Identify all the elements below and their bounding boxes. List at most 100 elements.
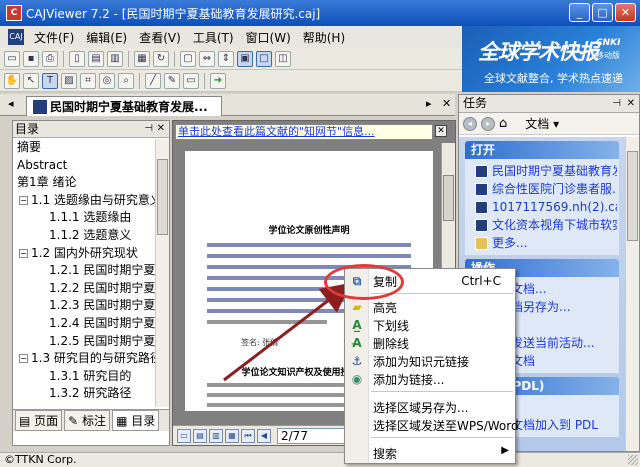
context-menu-item[interactable]: ◉ 添加为链接... — [345, 369, 515, 389]
layout-icon[interactable]: ▦ — [134, 50, 150, 67]
search-icon[interactable]: ⌕ — [118, 72, 134, 89]
scrollbar-thumb[interactable] — [443, 175, 454, 221]
toc-item[interactable]: 1.3.2 研究路径 — [13, 385, 155, 403]
toc-item[interactable]: 1.1.1 选题缘由 — [13, 209, 155, 227]
caj-app-icon[interactable]: C — [6, 5, 22, 21]
home-icon[interactable]: ⌂ — [499, 116, 507, 131]
context-menu-item[interactable]: A̶ 删除线 — [345, 333, 515, 353]
toc-scrollbar[interactable] — [155, 139, 169, 407]
view-facing-icon[interactable]: ▥ — [209, 428, 223, 443]
task-link[interactable]: 综合性医院门诊患者服... — [475, 180, 617, 198]
menu-window[interactable]: 窗口(W) — [240, 29, 297, 46]
toc-item[interactable]: 1.2.1 民国时期宁夏者 — [13, 262, 155, 280]
go-green-arrow-icon[interactable]: ➔ — [210, 72, 226, 89]
context-menu-item[interactable]: ▰ 高亮 — [345, 297, 515, 317]
pen-icon[interactable]: ╱ — [145, 72, 161, 89]
maximize-button[interactable]: □ — [592, 3, 613, 22]
scrollbar-thumb[interactable] — [627, 151, 638, 241]
rectangle-annotation-icon[interactable]: ▭ — [183, 72, 199, 89]
collapse-icon[interactable]: − — [19, 248, 28, 258]
close-button[interactable]: ✕ — [615, 3, 636, 22]
ocr-icon[interactable]: ⌗ — [80, 72, 96, 89]
close-icon[interactable]: ✕ — [157, 121, 165, 137]
menu-view[interactable]: 查看(V) — [133, 29, 187, 46]
save-icon[interactable]: ▪ — [23, 50, 39, 67]
toc-item[interactable]: 1.2.4 民国时期宁夏参 — [13, 315, 155, 333]
context-menu-item[interactable]: 选择区域另存为... — [345, 397, 515, 417]
tab-toc[interactable]: ▦ 目录 — [112, 410, 160, 431]
tab-scroll-left-icon[interactable]: ◂ — [8, 97, 14, 110]
tab-close-icon[interactable]: ✕ — [442, 97, 451, 110]
fit-height-icon[interactable]: ⇕ — [218, 50, 234, 67]
pin-icon[interactable]: ⊣ — [612, 95, 621, 112]
context-menu-item[interactable]: 选择区域发送至WPS/Word — [345, 415, 519, 435]
view-grid-icon[interactable]: ▦ — [225, 428, 239, 443]
toc-item[interactable]: 1.1.2 选题意义 — [13, 227, 155, 245]
task-panel-dropdown[interactable]: 文档 ▾ — [525, 115, 559, 132]
open-folder-icon[interactable]: ▭ — [4, 50, 20, 67]
rotate-icon[interactable]: ↻ — [153, 50, 169, 67]
view-single-icon[interactable]: ▭ — [177, 428, 191, 443]
task-link[interactable]: 1017117569.nh(2).caj — [475, 198, 617, 216]
context-menu-item[interactable]: ⚓ 添加为知识元链接 — [345, 351, 515, 371]
task-panel-scrollbar[interactable] — [625, 137, 639, 451]
toc-item[interactable]: −1.1 选题缘由与研究意义 — [13, 192, 155, 210]
zoom-box-icon[interactable]: ◫ — [275, 50, 291, 67]
print-icon[interactable]: ⎙ — [42, 50, 58, 67]
toc-item[interactable]: −1.2 国内外研究现状 — [13, 245, 155, 263]
single-page-icon[interactable]: ▯ — [69, 50, 85, 67]
scrollbar-thumb[interactable] — [157, 159, 168, 235]
fit-page-icon[interactable]: ▣ — [237, 50, 253, 67]
task-link[interactable]: 更多... — [475, 234, 617, 252]
knowledge-node-link[interactable]: 单击此处查看此篇文献的"知网节"信息... — [175, 124, 433, 140]
tab-document[interactable]: 民国时期宁夏基础教育发展... — [26, 96, 222, 116]
back-icon[interactable]: ◂ — [463, 116, 477, 131]
submenu-arrow-icon: ▶ — [501, 445, 509, 456]
snapshot-icon[interactable]: ◎ — [99, 72, 115, 89]
document-icon[interactable]: CAJ — [8, 29, 24, 45]
view-continuous-icon[interactable]: ▤ — [193, 428, 207, 443]
fit-width-icon[interactable]: ⇔ — [199, 50, 215, 67]
minimize-button[interactable]: _ — [569, 3, 590, 22]
context-menu-item[interactable]: 搜索 ▶ — [345, 443, 515, 463]
collapse-icon[interactable]: − — [19, 354, 28, 364]
close-icon[interactable]: ✕ — [435, 125, 447, 137]
forward-icon[interactable]: ▸ — [481, 116, 495, 131]
cnki-banner[interactable]: 全球学术快报 CNKI 移动版 全球文献整合, 学术热点速递 — [462, 26, 640, 92]
menu-tools[interactable]: 工具(T) — [187, 29, 240, 46]
highlighter-icon[interactable]: ✎ — [164, 72, 180, 89]
facing-page-icon[interactable]: ▥ — [107, 50, 123, 67]
toc-item[interactable]: 摘要 — [13, 139, 155, 157]
menu-file[interactable]: 文件(F) — [28, 29, 80, 46]
pin-icon[interactable]: ⊣ — [144, 121, 153, 137]
text-select-icon[interactable]: T — [42, 72, 58, 89]
close-icon[interactable]: ✕ — [627, 95, 635, 112]
toc-item[interactable]: 第1章 绪论 — [13, 174, 155, 192]
resize-grip-icon[interactable] — [628, 455, 638, 465]
image-select-icon[interactable]: ▨ — [61, 72, 77, 89]
continuous-page-icon[interactable]: ▤ — [88, 50, 104, 67]
menu-help[interactable]: 帮助(H) — [297, 29, 351, 46]
toc-item[interactable]: 1.2.5 民国时期宁夏各 — [13, 333, 155, 351]
page-text-line — [207, 320, 327, 324]
toc-item[interactable]: −1.3 研究目的与研究路径 — [13, 350, 155, 368]
actual-size-icon[interactable]: □ — [256, 50, 272, 67]
select-tool-icon[interactable]: ↖ — [23, 72, 39, 89]
task-link[interactable]: 文化资本视角下城市软实... — [475, 216, 617, 234]
menu-edit[interactable]: 编辑(E) — [80, 29, 133, 46]
tab-scroll-right-icon[interactable]: ▸ — [426, 97, 432, 110]
prev-page-icon[interactable]: ◀ — [257, 428, 271, 443]
toc-item[interactable]: 1.3.1 研究目的 — [13, 368, 155, 386]
toc-item[interactable]: 1.2.3 民国时期宁夏国 — [13, 297, 155, 315]
task-section-header[interactable]: 打开 — [465, 141, 619, 159]
tab-pages[interactable]: ▤ 页面 — [15, 410, 63, 431]
hand-tool-icon[interactable]: ✋ — [4, 72, 20, 89]
toc-item[interactable]: 1.2.2 民国时期宁夏边 — [13, 280, 155, 298]
task-link[interactable]: 民国时期宁夏基础教育发 — [475, 162, 617, 180]
toc-item[interactable]: Abstract — [13, 157, 155, 175]
collapse-icon[interactable]: − — [19, 195, 28, 205]
first-page-icon[interactable]: ⏮ — [241, 428, 255, 443]
thumbnail-icon[interactable]: ▢ — [180, 50, 196, 67]
context-menu-item[interactable]: A̲ 下划线 — [345, 315, 515, 335]
tab-annotations[interactable]: ✎ 标注 — [64, 410, 111, 431]
